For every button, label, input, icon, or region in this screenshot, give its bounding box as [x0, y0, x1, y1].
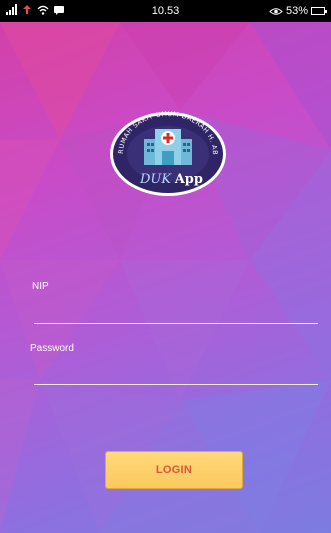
status-bar: 10.53 53% [0, 0, 331, 22]
battery-percent: 53% [285, 5, 308, 17]
battery-icon [311, 7, 327, 15]
app-name-duk: DUK [140, 172, 172, 187]
app-name: DUK App [140, 171, 203, 187]
login-button[interactable]: LOGIN [105, 451, 243, 489]
nip-label: NIP [32, 281, 49, 292]
login-screen: 10.53 53% RUMAH SAKIT UMUM DAERAH H. AB D… [0, 0, 331, 533]
nip-input[interactable] [34, 301, 318, 324]
password-label: Password [30, 343, 74, 354]
app-name-app: App [174, 172, 203, 187]
password-input[interactable] [34, 362, 318, 385]
eye-icon [269, 7, 283, 15]
